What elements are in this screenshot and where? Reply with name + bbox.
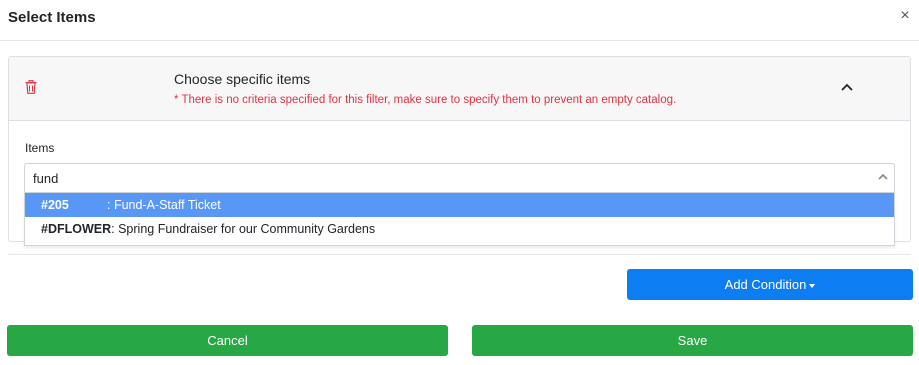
add-condition-label: Add Condition xyxy=(724,277,807,292)
chevron-up-icon[interactable] xyxy=(840,82,854,92)
modal-header: Select Items × xyxy=(0,0,919,41)
option-name: : Fund-A-Staff Ticket xyxy=(107,198,221,212)
add-condition-button[interactable]: Add Condition xyxy=(627,269,913,300)
criteria-title: Choose specific items xyxy=(174,71,311,87)
option-code: #DFLOWER xyxy=(41,222,112,236)
items-dropdown: #205 : Fund-A-Staff Ticket #DFLOWER: Spri… xyxy=(24,193,895,246)
caret-down-icon xyxy=(809,283,816,288)
trash-icon[interactable] xyxy=(25,80,37,94)
criteria-card-header: Choose specific items * There is no crit… xyxy=(9,57,910,121)
modal-title: Select Items xyxy=(8,9,96,26)
option-code: #205 xyxy=(41,198,69,212)
chevron-up-icon[interactable] xyxy=(877,172,889,182)
divider xyxy=(8,254,911,255)
dropdown-option[interactable]: #205 : Fund-A-Staff Ticket xyxy=(25,193,894,217)
criteria-warning: * There is no criteria specified for thi… xyxy=(174,94,677,106)
close-button[interactable]: × xyxy=(898,8,912,24)
option-name: : Spring Fundraiser for our Community Ga… xyxy=(111,222,376,236)
items-search-input[interactable] xyxy=(24,163,895,193)
save-button[interactable]: Save xyxy=(472,325,913,356)
cancel-button[interactable]: Cancel xyxy=(7,325,448,356)
items-select: #205 : Fund-A-Staff Ticket #DFLOWER: Spri… xyxy=(24,163,895,246)
items-label: Items xyxy=(25,141,55,155)
dropdown-option[interactable]: #DFLOWER: Spring Fundraiser for our Comm… xyxy=(25,217,894,241)
